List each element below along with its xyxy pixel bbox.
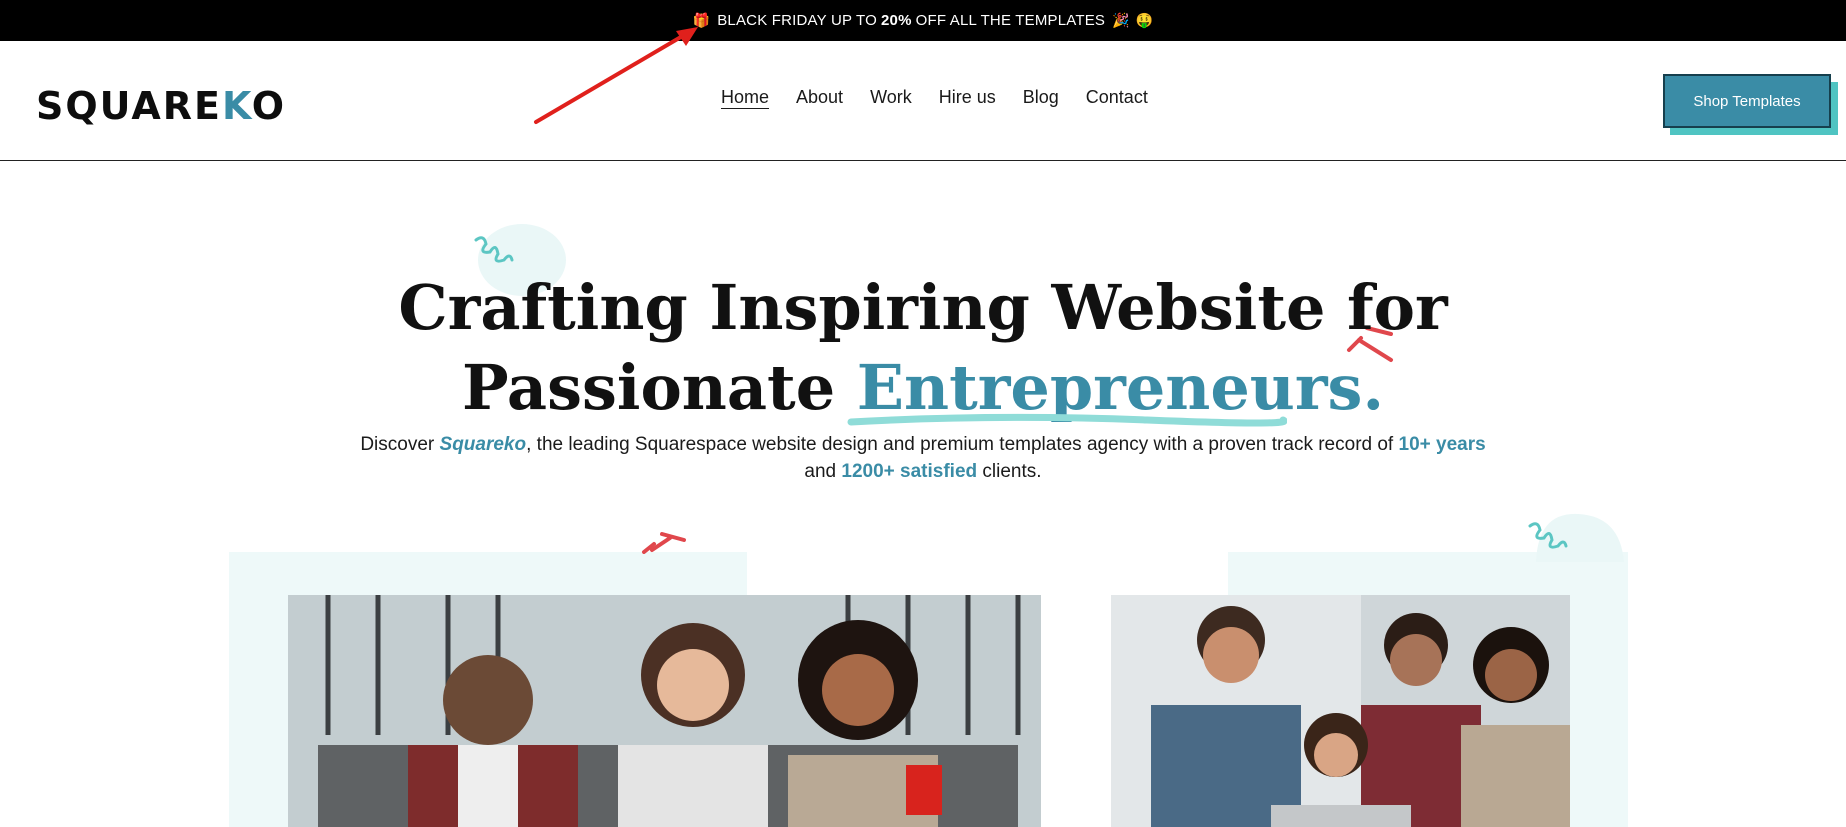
sub-end: clients. (982, 461, 1042, 482)
logo-text-main: SQUARE (36, 84, 222, 128)
dash-lines-decoration-small (642, 532, 686, 554)
sub-years: 10+ years (1398, 434, 1486, 455)
logo-text-accent: K (222, 84, 252, 128)
nav-work[interactable]: Work (870, 87, 912, 108)
main-nav: Home About Work Hire us Blog Contact (721, 87, 1148, 108)
party-popper-icon: 🎉 (1112, 12, 1130, 28)
logo[interactable]: SQUAREKO (36, 84, 286, 128)
announcement-discount: 20% (880, 12, 912, 29)
sub-brand: Squareko (439, 434, 527, 455)
nav-about[interactable]: About (796, 87, 843, 108)
hero-title: Crafting Inspiring Website for Passionat… (0, 268, 1846, 428)
shop-templates-wrapper: Shop Templates (1663, 74, 1838, 135)
site-header: SQUAREKO Home About Work Hire us Blog Co… (0, 41, 1846, 161)
hero-title-line2: Passionate Entrepreneurs. (0, 348, 1846, 428)
sub-discover: Discover (360, 434, 435, 455)
announcement-text-before: BLACK FRIDAY UP TO (717, 12, 877, 29)
squiggle-blob-decoration-right (1528, 513, 1624, 562)
nav-hire-us[interactable]: Hire us (939, 87, 996, 108)
annotation-arrow (534, 27, 698, 124)
brush-underline-decoration (847, 413, 1287, 427)
shop-templates-button[interactable]: Shop Templates (1663, 74, 1831, 128)
nav-blog[interactable]: Blog (1023, 87, 1059, 108)
hero-title-plain: Passionate (461, 351, 836, 424)
team-photo-left (288, 595, 1041, 827)
hero-title-accent: Entrepreneurs. (847, 348, 1384, 428)
sub-middle: , the leading Squarespace website design… (526, 434, 1394, 455)
announcement-text-after: OFF ALL THE TEMPLATES (915, 12, 1106, 29)
sub-and: and (804, 461, 837, 482)
announcement-bar[interactable]: 🎁 BLACK FRIDAY UP TO 20% OFF ALL THE TEM… (0, 0, 1846, 41)
sub-clients: 1200+ satisfied (841, 461, 978, 482)
nav-contact[interactable]: Contact (1086, 87, 1148, 108)
hero-subtitle: Discover Squareko, the leading Squarespa… (340, 431, 1506, 485)
money-face-icon: 🤑 (1135, 12, 1154, 28)
nav-home[interactable]: Home (721, 87, 769, 108)
logo-text-end: O (251, 84, 287, 128)
hero-title-line1: Crafting Inspiring Website for (398, 271, 1448, 344)
team-photo-right (1111, 595, 1570, 827)
